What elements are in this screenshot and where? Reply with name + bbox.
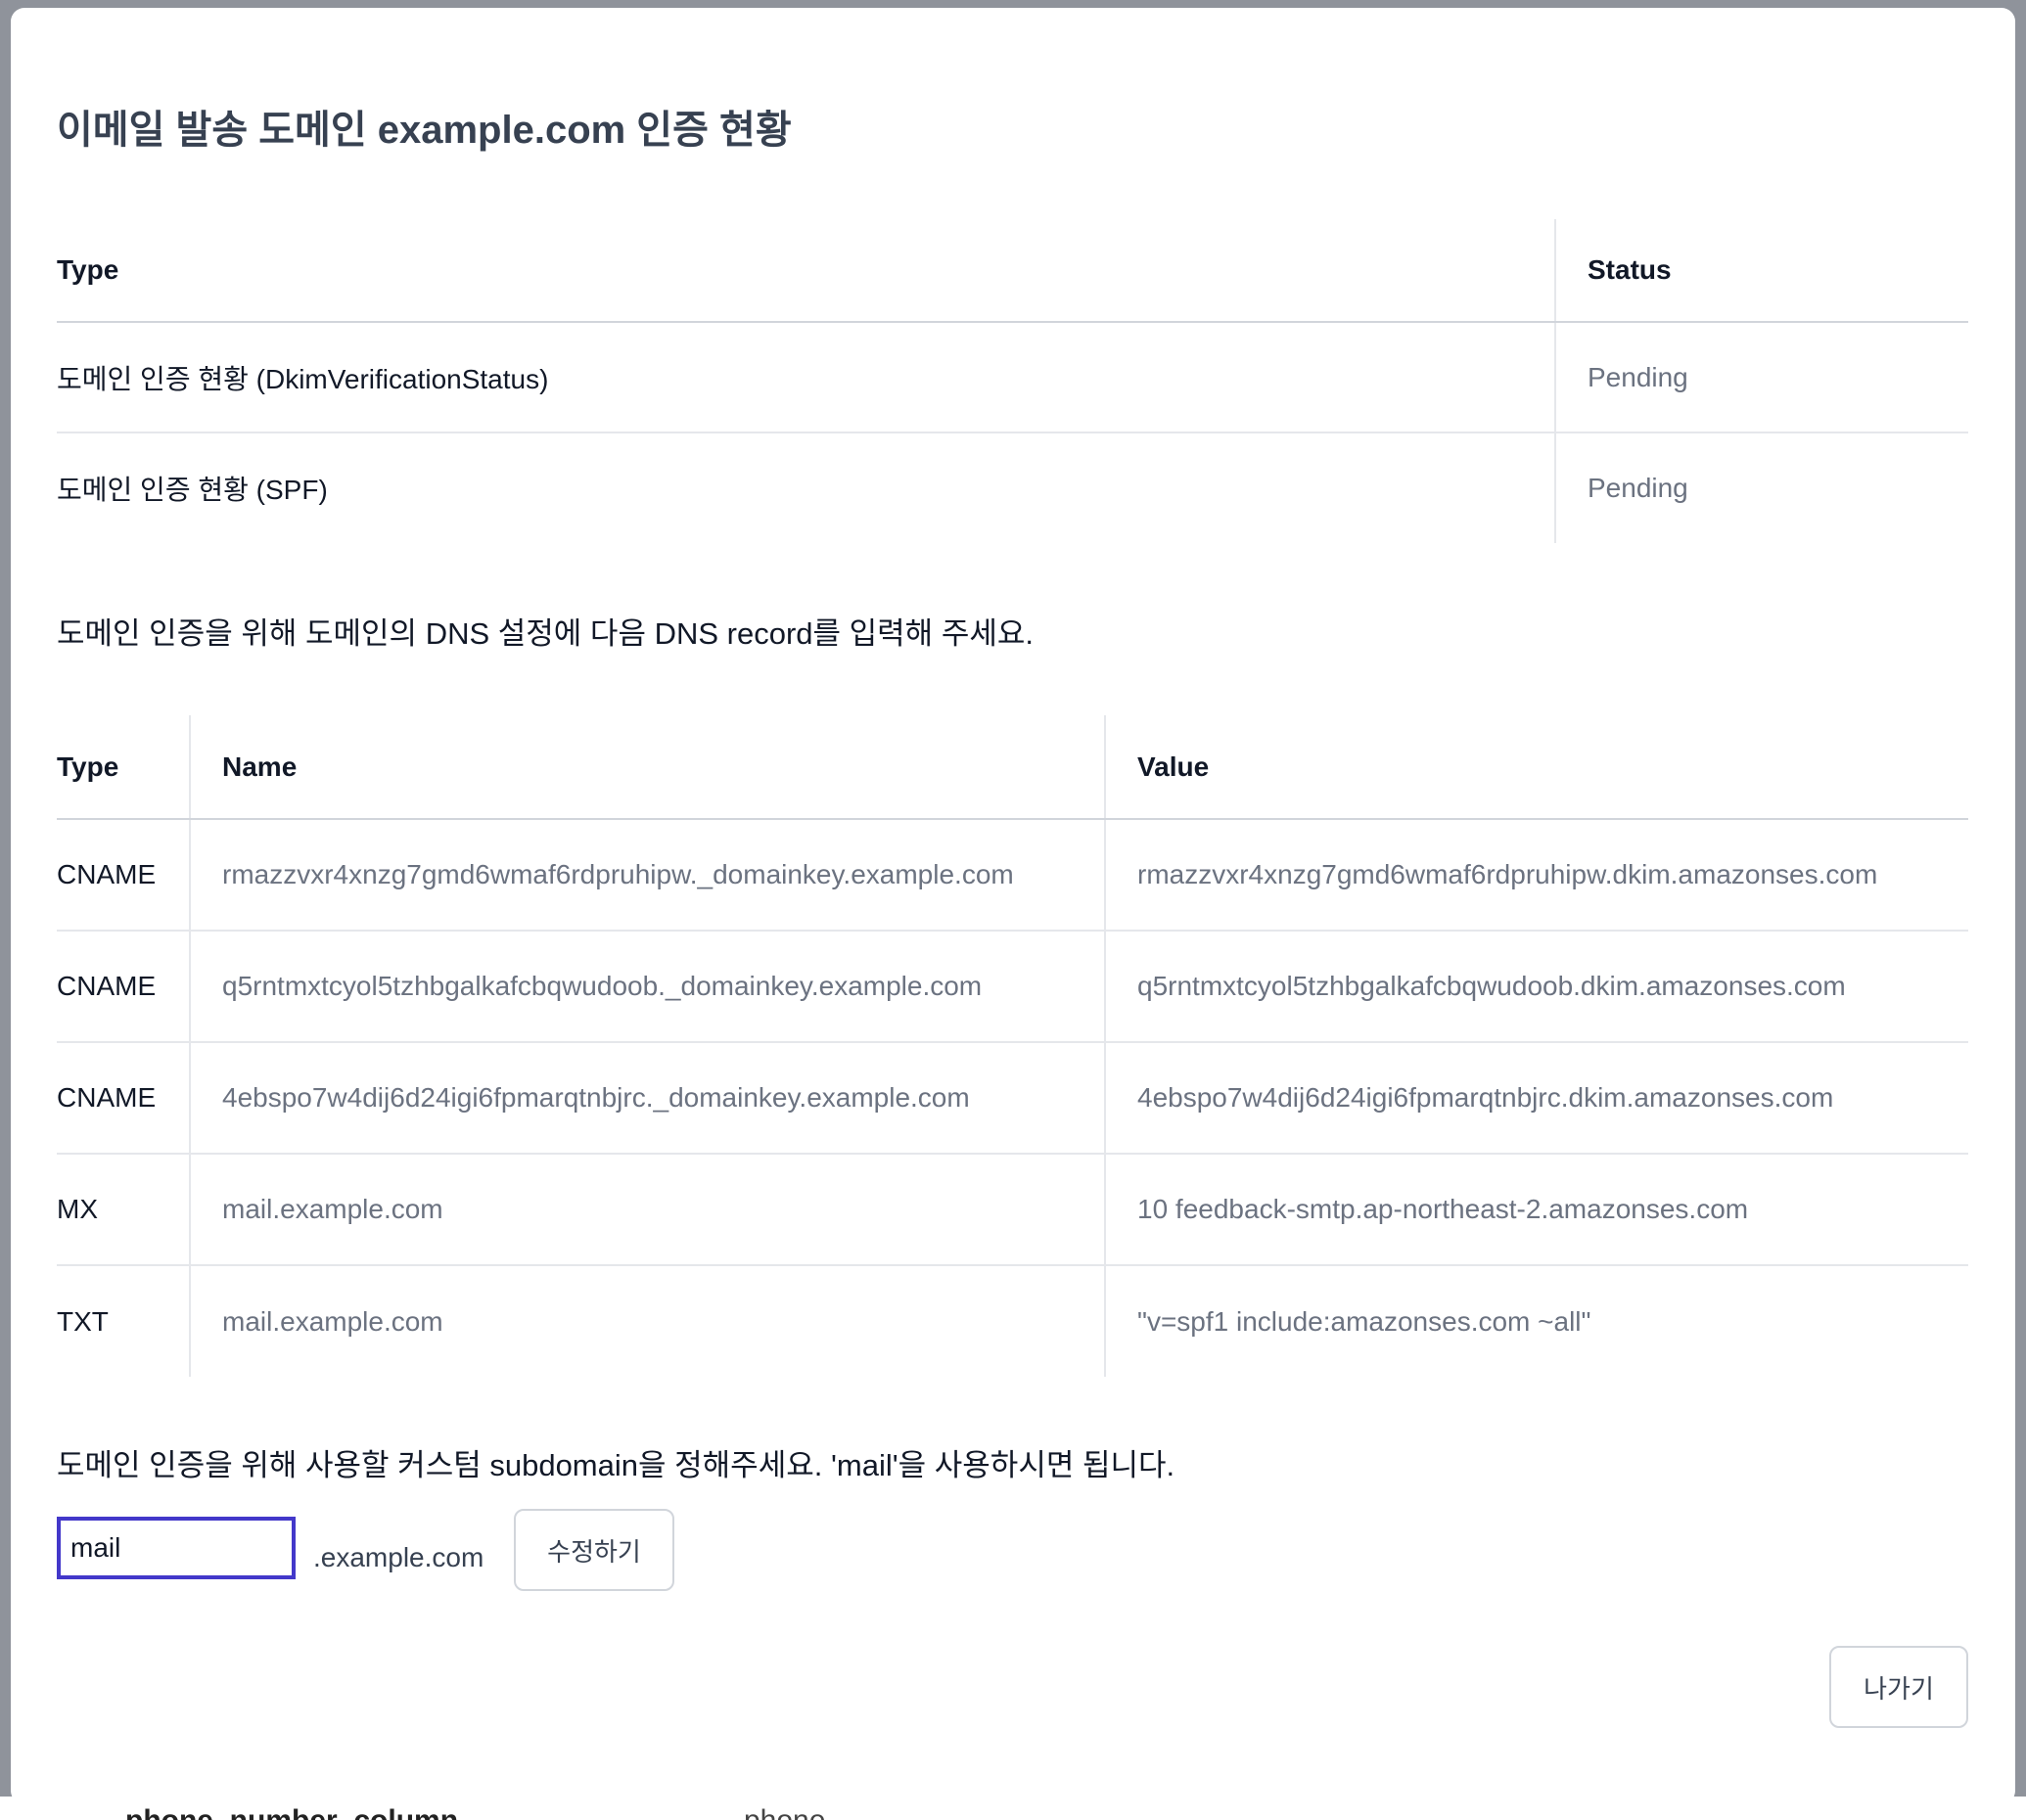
dns-record-value: 10 feedback-smtp.ap-northeast-2.amazonse… (1104, 1154, 1968, 1266)
dns-record-value: "v=spf1 include:amazonses.com ~all" (1104, 1265, 1968, 1377)
status-table: Type Status 도메인 인증 현황 (DkimVerificationS… (57, 219, 1968, 543)
dns-header-value: Value (1104, 715, 1968, 820)
dns-record-name: mail.example.com (189, 1265, 1105, 1377)
dns-record-table: Type Name Value CNAME rmazzvxr4xnzg7gmd6… (57, 715, 1968, 1377)
dns-record-type: CNAME (57, 1042, 190, 1155)
status-row-status: Pending (1554, 322, 1968, 433)
dns-record-name: 4ebspo7w4dij6d24igi6fpmarqtnbjrc._domain… (189, 1042, 1105, 1155)
dns-record-type: MX (57, 1154, 190, 1266)
subdomain-instruction: 도메인 인증을 위해 사용할 커스텀 subdomain을 정해주세요. 'ma… (57, 1448, 1175, 1482)
status-header-status: Status (1554, 219, 1968, 323)
table-row: CNAME q5rntmxtcyol5tzhbgalkafcbqwudoob._… (57, 931, 1968, 1043)
exit-button[interactable]: 나가기 (1829, 1646, 1968, 1728)
status-row-status: Pending (1554, 432, 1968, 543)
table-row: MX mail.example.com 10 feedback-smtp.ap-… (57, 1154, 1968, 1266)
domain-suffix: .example.com (313, 1542, 484, 1572)
dns-record-value: q5rntmxtcyol5tzhbgalkafcbqwudoob.dkim.am… (1104, 931, 1968, 1043)
dns-record-value: rmazzvxr4xnzg7gmd6wmaf6rdpruhipw.dkim.am… (1104, 819, 1968, 932)
status-row-type: 도메인 인증 현황 (DkimVerificationStatus) (57, 322, 1555, 433)
background-column-label: phone_number_column (125, 1804, 458, 1820)
dns-instruction: 도메인 인증을 위해 도메인의 DNS 설정에 다음 DNS record를 입… (57, 616, 1034, 651)
dns-record-name: mail.example.com (189, 1154, 1105, 1266)
status-table-header: Type Status (57, 219, 1968, 323)
dns-record-type: TXT (57, 1305, 109, 1337)
dns-record-name: rmazzvxr4xnzg7gmd6wmaf6rdpruhipw._domain… (189, 819, 1105, 932)
table-row: CNAME rmazzvxr4xnzg7gmd6wmaf6rdpruhipw._… (57, 819, 1968, 932)
status-row-type: 도메인 인증 현황 (SPF) (57, 475, 328, 505)
table-row: CNAME 4ebspo7w4dij6d24igi6fpmarqtnbjrc._… (57, 1042, 1968, 1155)
table-row: 도메인 인증 현황 (SPF) Pending (57, 432, 1968, 543)
subdomain-input[interactable] (57, 1517, 296, 1579)
dns-header-type: Type (57, 715, 190, 820)
table-row: 도메인 인증 현황 (DkimVerificationStatus) Pendi… (57, 322, 1968, 433)
dns-header-name: Name (189, 715, 1105, 820)
dns-record-name: q5rntmxtcyol5tzhbgalkafcbqwudoob._domain… (189, 931, 1105, 1043)
status-header-type: Type (57, 219, 1555, 323)
domain-verification-modal: 이메일 발송 도메인 example.com 인증 현황 Type Status… (11, 8, 2015, 1804)
dns-table-header: Type Name Value (57, 715, 1968, 820)
background-edit-hint: phone (744, 1804, 825, 1820)
table-row: TXT mail.example.com "v=spf1 include:ama… (57, 1265, 1968, 1377)
dns-record-type: CNAME (57, 931, 190, 1043)
dns-record-value: 4ebspo7w4dij6d24igi6fpmarqtnbjrc.dkim.am… (1104, 1042, 1968, 1155)
dns-record-type: CNAME (57, 819, 190, 932)
modal-title: 이메일 발송 도메인 example.com 인증 현황 (57, 109, 792, 152)
modify-button[interactable]: 수정하기 (514, 1509, 674, 1591)
